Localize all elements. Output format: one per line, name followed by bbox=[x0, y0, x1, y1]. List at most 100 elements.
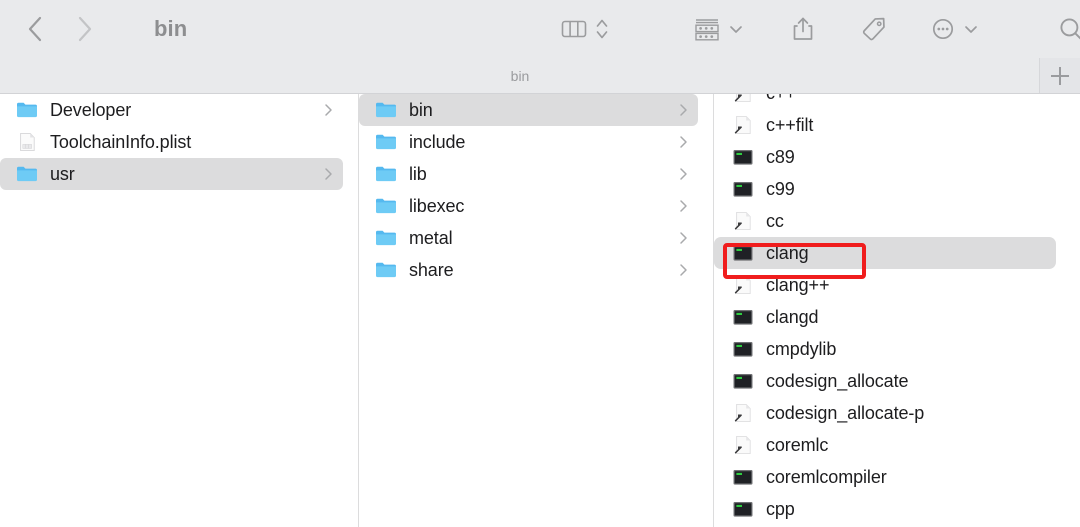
list-item-label: clang++ bbox=[766, 274, 830, 295]
executable-icon bbox=[732, 306, 754, 328]
column-1: Developer ToolchainInfo.plist usr bbox=[0, 94, 358, 527]
executable-icon bbox=[732, 242, 754, 264]
list-item-label: c++ bbox=[766, 94, 796, 104]
chevron-right-icon bbox=[679, 135, 688, 149]
plus-icon bbox=[1051, 67, 1069, 85]
list-item[interactable]: cpp bbox=[714, 493, 1080, 525]
list-item[interactable]: Developer bbox=[0, 94, 343, 126]
list-item-label: libexec bbox=[409, 195, 465, 216]
finder-window: bin bin Developer ToolchainInfo.plist us… bbox=[0, 0, 1080, 527]
alias-icon bbox=[732, 402, 754, 424]
chevron-right-icon bbox=[679, 263, 688, 277]
list-item[interactable]: coremlcompiler bbox=[714, 461, 1080, 493]
view-stepper-icon[interactable] bbox=[595, 0, 609, 58]
executable-icon bbox=[732, 498, 754, 520]
list-item-label: cpp bbox=[766, 498, 795, 519]
folder-icon bbox=[375, 163, 397, 185]
folder-icon bbox=[375, 99, 397, 121]
more-actions-icon[interactable] bbox=[930, 0, 956, 58]
list-item-selected[interactable]: usr bbox=[0, 158, 343, 190]
list-item-label: usr bbox=[50, 163, 75, 184]
list-item-label: codesign_allocate bbox=[766, 370, 909, 391]
plist-icon bbox=[16, 131, 38, 153]
toolbar: bin bbox=[0, 0, 1080, 58]
tab-bin[interactable]: bin bbox=[0, 58, 1040, 94]
list-item-label: Developer bbox=[50, 99, 132, 120]
list-item[interactable]: clang++ bbox=[714, 269, 1080, 301]
list-item-label: c89 bbox=[766, 146, 795, 167]
new-tab-button[interactable] bbox=[1039, 58, 1080, 94]
list-item-label: coremlc bbox=[766, 434, 829, 455]
group-by-icon[interactable] bbox=[693, 0, 721, 58]
more-actions-caret-icon[interactable] bbox=[963, 0, 979, 58]
alias-icon bbox=[732, 210, 754, 232]
list-item-label: c99 bbox=[766, 178, 795, 199]
chevron-right-icon bbox=[679, 103, 688, 117]
list-item-label: c++filt bbox=[766, 114, 814, 135]
list-item[interactable]: libexec bbox=[359, 190, 698, 222]
forward-button[interactable] bbox=[74, 14, 96, 44]
list-item-label: metal bbox=[409, 227, 453, 248]
list-item[interactable]: metal bbox=[359, 222, 698, 254]
tag-icon[interactable] bbox=[860, 0, 888, 58]
folder-icon bbox=[375, 195, 397, 217]
search-icon[interactable] bbox=[1057, 0, 1080, 58]
toolbar-actions bbox=[560, 0, 1080, 58]
list-item[interactable]: lib bbox=[359, 158, 698, 190]
back-button[interactable] bbox=[24, 14, 46, 44]
list-item-selected[interactable]: bin bbox=[359, 94, 698, 126]
folder-icon bbox=[375, 259, 397, 281]
list-item[interactable]: cmpdylib bbox=[714, 333, 1080, 365]
navigation-buttons: bin bbox=[24, 14, 187, 44]
list-item-label: cc bbox=[766, 210, 784, 231]
alias-icon bbox=[732, 114, 754, 136]
list-item-label: coremlcompiler bbox=[766, 466, 887, 487]
list-item-selected[interactable]: clang bbox=[714, 237, 1056, 269]
chevron-right-icon bbox=[679, 199, 688, 213]
list-item-label: ToolchainInfo.plist bbox=[50, 131, 192, 152]
share-icon[interactable] bbox=[790, 0, 816, 58]
chevron-right-icon bbox=[324, 167, 333, 181]
group-by-caret-icon[interactable] bbox=[728, 0, 744, 58]
list-item[interactable]: clangd bbox=[714, 301, 1080, 333]
list-item-label: share bbox=[409, 259, 454, 280]
folder-icon bbox=[375, 227, 397, 249]
list-item[interactable]: c++filt bbox=[714, 109, 1080, 141]
list-item[interactable]: c++ bbox=[714, 94, 1080, 109]
chevron-right-icon bbox=[679, 231, 688, 245]
alias-icon bbox=[732, 274, 754, 296]
window-title: bin bbox=[154, 16, 188, 41]
list-item[interactable]: c99 bbox=[714, 173, 1080, 205]
list-item-label: clang bbox=[766, 242, 809, 263]
list-item-label: cmpdylib bbox=[766, 338, 837, 359]
chevron-right-icon bbox=[679, 167, 688, 181]
executable-icon bbox=[732, 146, 754, 168]
folder-icon bbox=[375, 131, 397, 153]
list-item[interactable]: include bbox=[359, 126, 698, 158]
column-2: bin include lib libexec metal share bbox=[359, 94, 713, 527]
list-item[interactable]: share bbox=[359, 254, 698, 286]
list-item[interactable]: cc bbox=[714, 205, 1080, 237]
column-browser: Developer ToolchainInfo.plist usr bin inclu… bbox=[0, 94, 1080, 527]
executable-icon bbox=[732, 178, 754, 200]
executable-icon bbox=[732, 338, 754, 360]
list-item[interactable]: coremlc bbox=[714, 429, 1080, 461]
list-item[interactable]: c89 bbox=[714, 141, 1080, 173]
list-item[interactable]: codesign_allocate bbox=[714, 365, 1080, 397]
list-item-label: codesign_allocate-p bbox=[766, 402, 925, 423]
column-view-icon[interactable] bbox=[560, 0, 588, 58]
list-item-label: lib bbox=[409, 163, 427, 184]
chevron-right-icon bbox=[324, 103, 333, 117]
list-item[interactable]: codesign_allocate-p bbox=[714, 397, 1080, 429]
list-item-label: clangd bbox=[766, 306, 819, 327]
list-item[interactable]: ToolchainInfo.plist bbox=[0, 126, 343, 158]
executable-icon bbox=[732, 466, 754, 488]
alias-icon bbox=[732, 434, 754, 456]
list-item-label: bin bbox=[409, 99, 433, 120]
alias-icon bbox=[732, 94, 754, 104]
column-3: c++ c++filt c89 c99 cc clang clang++ clangd cmpd… bbox=[714, 94, 1080, 527]
executable-icon bbox=[732, 370, 754, 392]
folder-icon bbox=[16, 99, 38, 121]
list-item-label: include bbox=[409, 131, 466, 152]
folder-icon bbox=[16, 163, 38, 185]
